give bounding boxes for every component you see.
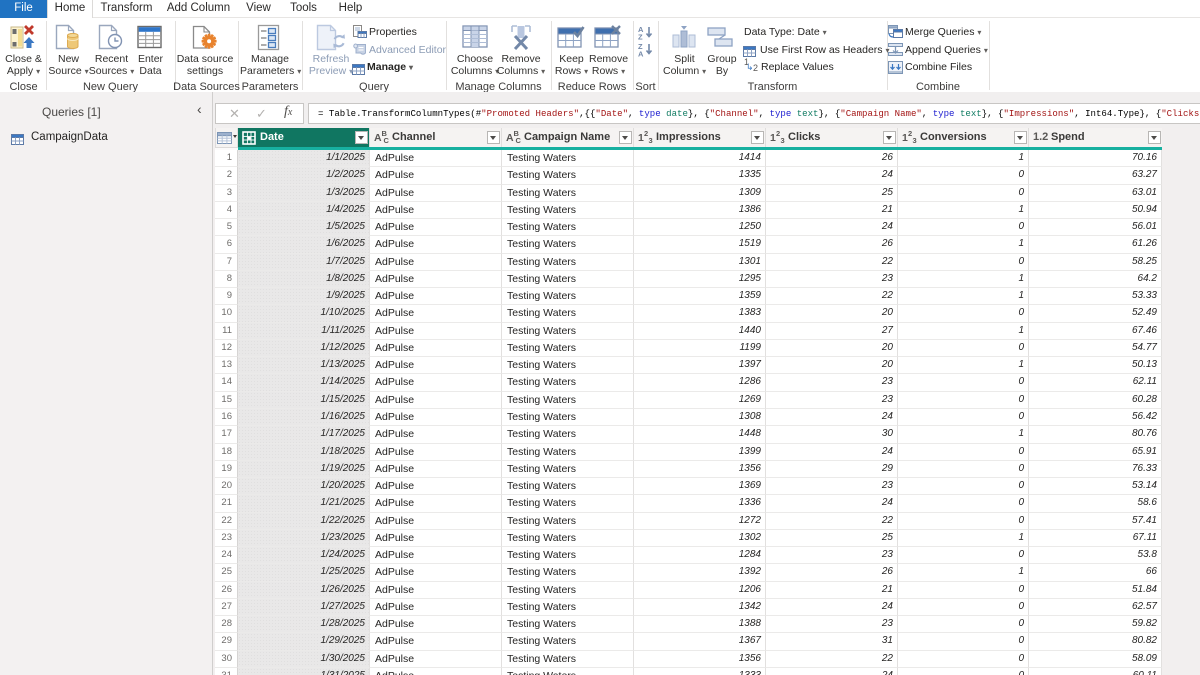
svg-text:Z: Z xyxy=(638,33,643,41)
svg-text:A: A xyxy=(638,50,644,58)
